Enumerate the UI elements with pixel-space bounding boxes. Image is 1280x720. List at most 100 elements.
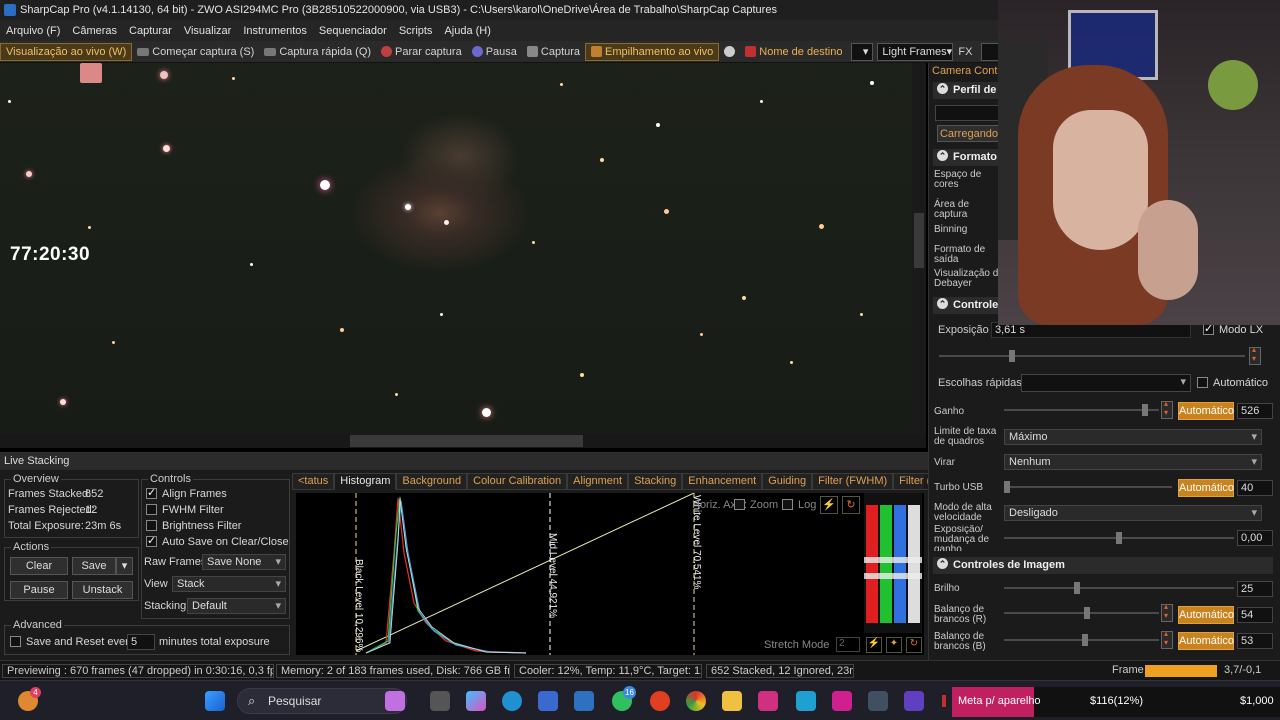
histogram-view[interactable]: Black Level 10,296% Mid Level 44,921% Wh… (296, 493, 924, 655)
stop-capture-button[interactable]: Parar captura (376, 43, 467, 61)
target-name-dropdown[interactable]: ▾ (851, 42, 874, 61)
stacking-select[interactable]: Default (187, 598, 286, 614)
quick-choices-select[interactable] (1021, 374, 1191, 392)
blue-slider[interactable] (894, 505, 906, 623)
align-frames-checkbox[interactable] (146, 486, 157, 499)
align-frames-row[interactable]: Align Frames (146, 486, 227, 500)
fwhm-filter-row[interactable]: FWHM Filter (146, 504, 224, 516)
exp-change-slider[interactable] (1004, 532, 1234, 544)
wb-blue-auto-button[interactable]: Automático (1178, 632, 1234, 650)
reset-icon[interactable]: ↻ (842, 496, 860, 514)
sparkle-icon[interactable]: ✦ (886, 637, 902, 653)
menu-view[interactable]: Visualizar (178, 25, 238, 37)
app-icon[interactable] (904, 691, 924, 711)
menu-sequencer[interactable]: Sequenciador (313, 25, 393, 37)
clear-button[interactable]: Clear (10, 557, 68, 575)
wb-red-slider[interactable] (1004, 607, 1159, 619)
chrome-icon[interactable] (686, 691, 706, 711)
zoom-row[interactable]: Zoom (734, 499, 778, 511)
app-icon[interactable] (574, 691, 594, 711)
app-icon[interactable] (832, 691, 852, 711)
taskbar-search[interactable]: ⌕ Pesquisar (237, 688, 407, 714)
save-button[interactable]: Save (72, 557, 116, 575)
live-image-view[interactable] (0, 63, 926, 438)
target-name-button[interactable]: Nome de destino (740, 43, 847, 61)
gain-auto-button[interactable]: Automático (1178, 402, 1234, 420)
tab-enhancement[interactable]: Enhancement (682, 473, 763, 490)
zoom-checkbox[interactable] (734, 499, 745, 510)
tab-stacking[interactable]: Stacking (628, 473, 683, 490)
wb-red-auto-button[interactable]: Automático (1178, 606, 1234, 624)
menu-tools[interactable]: Instrumentos (237, 25, 313, 37)
save-reset-row[interactable]: Save and Reset every (10, 636, 134, 648)
auto-save-checkbox[interactable] (146, 534, 157, 547)
fwhm-filter-checkbox[interactable] (146, 504, 157, 515)
slider-handle[interactable] (864, 573, 922, 579)
start-icon[interactable] (205, 691, 225, 711)
live-stack-button[interactable]: Empilhamento ao vivo (585, 42, 720, 61)
stretch-mode-input[interactable]: 2 (836, 637, 860, 652)
hs-mode-select[interactable]: Desligado (1004, 505, 1262, 521)
tab-status[interactable]: <tatus (292, 473, 335, 490)
menu-capture[interactable]: Capturar (123, 25, 178, 37)
turbo-auto-button[interactable]: Automático (1178, 479, 1234, 497)
wb-red-stepper[interactable] (1161, 602, 1173, 622)
lx-mode-row[interactable]: Modo LX (1203, 322, 1263, 336)
tab-filter-fwhm[interactable]: Filter (FWHM) (812, 473, 894, 490)
task-view-icon[interactable] (430, 691, 450, 711)
luminance-slider[interactable] (908, 505, 920, 623)
slider-handle[interactable] (864, 557, 922, 563)
green-slider[interactable] (880, 505, 892, 623)
unstack-button[interactable]: Unstack (72, 581, 133, 599)
record-indicator[interactable] (719, 43, 740, 61)
brightness-slider[interactable] (1004, 582, 1234, 594)
lightning-icon[interactable]: ⚡ (820, 496, 838, 514)
exposure-auto-row[interactable]: Automático (1197, 377, 1268, 389)
view-select[interactable]: Stack (172, 576, 286, 592)
brightness-input[interactable]: 25 (1237, 581, 1273, 597)
wb-blue-stepper[interactable] (1161, 629, 1173, 649)
frame-limit-select[interactable]: Máximo (1004, 429, 1262, 445)
live-view-button[interactable]: Visualização ao vivo (W) (0, 42, 133, 61)
menu-file[interactable]: Arquivo (F) (0, 25, 66, 37)
menu-cameras[interactable]: Câmeras (66, 25, 123, 37)
tab-histogram[interactable]: Histogram (334, 473, 397, 490)
save-dropdown-button[interactable]: ▾ (116, 557, 133, 575)
folder-icon[interactable] (722, 691, 742, 711)
wb-red-input[interactable]: 54 (1237, 607, 1273, 623)
wb-blue-input[interactable]: 53 (1237, 633, 1273, 649)
image-vertical-scrollbar[interactable] (912, 63, 926, 438)
exposure-auto-checkbox[interactable] (1197, 377, 1208, 388)
menu-scripts[interactable]: Scripts (393, 25, 439, 37)
tab-colour-calibration[interactable]: Colour Calibration (467, 473, 568, 490)
app-icon[interactable] (868, 691, 888, 711)
app-icon[interactable] (796, 691, 816, 711)
opera-icon[interactable] (650, 691, 670, 711)
minutes-input[interactable]: 5 (127, 634, 155, 650)
image-controls-header[interactable]: Controles de Imagem (933, 557, 1273, 574)
app-icon[interactable] (758, 691, 778, 711)
raw-frames-select[interactable]: Save None (202, 554, 286, 570)
capture-button[interactable]: Captura (522, 43, 585, 61)
lx-mode-checkbox[interactable] (1203, 322, 1214, 335)
gain-slider[interactable] (1004, 404, 1159, 416)
turbo-usb-slider[interactable] (1004, 481, 1172, 493)
edge-icon[interactable] (502, 691, 522, 711)
image-horizontal-scrollbar[interactable] (0, 434, 926, 448)
gain-input[interactable]: 526 (1237, 403, 1273, 419)
turbo-input[interactable]: 40 (1237, 480, 1273, 496)
brightness-filter-row[interactable]: Brightness Filter (146, 520, 241, 532)
auto-save-row[interactable]: Auto Save on Clear/Close (146, 534, 289, 548)
tab-alignment[interactable]: Alignment (567, 473, 629, 490)
load-profile-button[interactable]: Carregando (937, 125, 1001, 142)
wb-blue-slider[interactable] (1004, 634, 1159, 646)
store-icon[interactable] (538, 691, 558, 711)
colour-balance-sliders[interactable] (864, 493, 922, 633)
overlay-icon[interactable] (80, 63, 102, 83)
exp-change-input[interactable]: 0,00 (1237, 530, 1273, 546)
tab-guiding[interactable]: Guiding (762, 473, 813, 490)
flip-select[interactable]: Nenhum (1004, 454, 1262, 470)
log-checkbox[interactable] (782, 499, 793, 510)
menu-help[interactable]: Ajuda (H) (438, 25, 496, 37)
log-row[interactable]: Log (782, 499, 816, 511)
